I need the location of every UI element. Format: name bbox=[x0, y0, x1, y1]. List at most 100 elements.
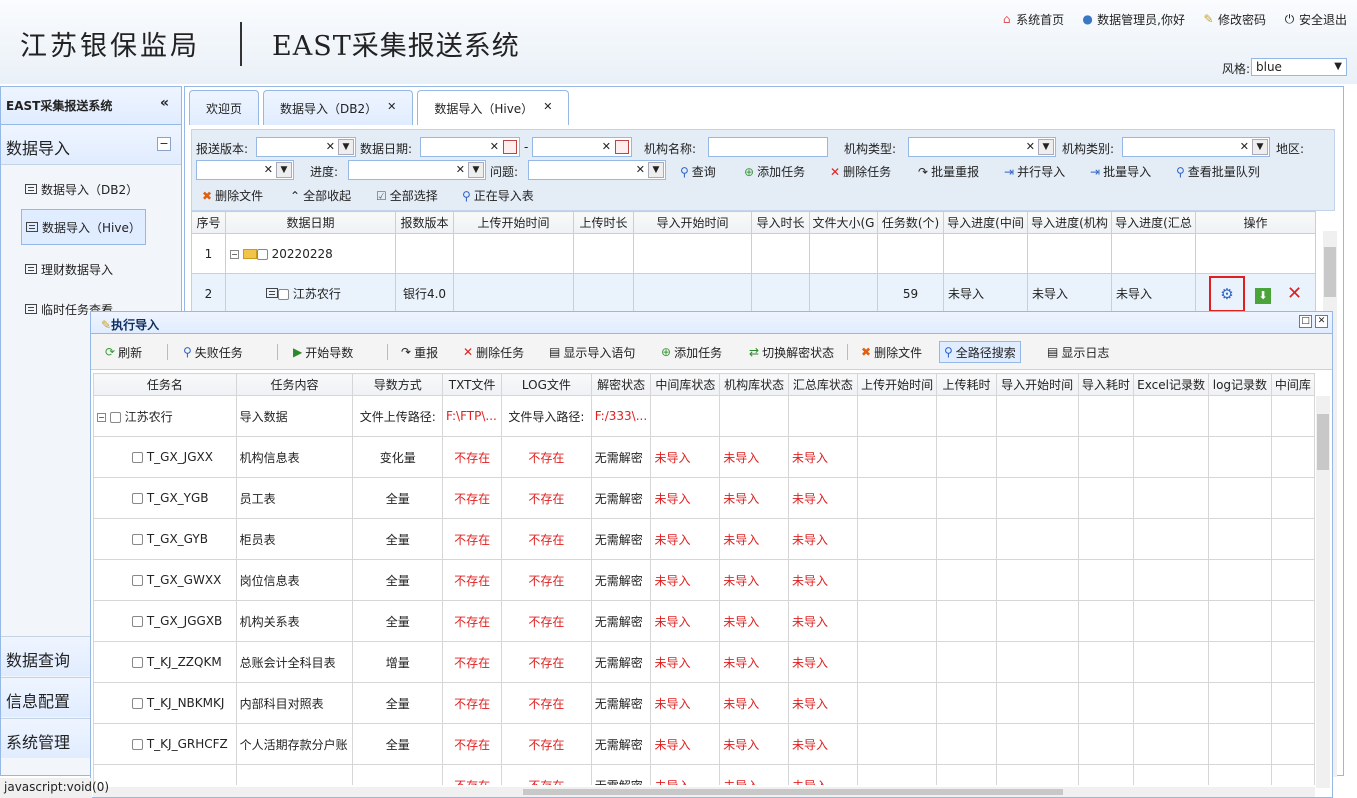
date-start-input[interactable]: ✕ bbox=[420, 137, 520, 157]
scroll-thumb[interactable] bbox=[1317, 414, 1329, 470]
dialog-col-header[interactable]: 中间库 bbox=[1270, 373, 1315, 396]
dropdown-arrow-icon[interactable]: ▼ bbox=[648, 162, 664, 178]
issue-select[interactable]: ✕ ▼ bbox=[528, 160, 666, 180]
download-icon[interactable]: ⬇ bbox=[1254, 287, 1271, 304]
dialog-col-header[interactable]: Excel记录数 bbox=[1133, 373, 1209, 396]
dropdown-arrow-icon[interactable]: ▼ bbox=[1252, 139, 1268, 155]
col-header[interactable]: 操作 bbox=[1195, 211, 1316, 234]
col-header[interactable]: 任务数(个) bbox=[877, 211, 944, 234]
col-header[interactable]: 序号 bbox=[191, 211, 226, 234]
batch-resubmit-button[interactable]: ↷ 批量重报 bbox=[918, 163, 979, 180]
col-header[interactable]: 导入进度(汇总 bbox=[1111, 211, 1196, 234]
add-task-button[interactable]: ⊕ 添加任务 bbox=[744, 163, 805, 180]
clear-icon[interactable]: ✕ bbox=[1026, 140, 1035, 153]
progress-select[interactable]: ✕ ▼ bbox=[348, 160, 486, 180]
logout-link[interactable]: ⏻ 安全退出 bbox=[1282, 11, 1347, 28]
table-row[interactable]: 2 江苏农行 银行4.0 59 未导入 未导入 未导入 ⚙ ⬇ ✕ bbox=[191, 273, 1316, 314]
dialog-col-header[interactable]: 机构库状态 bbox=[719, 373, 790, 396]
home-link[interactable]: ⌂ 系统首页 bbox=[999, 11, 1064, 28]
importing-tables-button[interactable]: ⚲ 正在导入表 bbox=[462, 187, 534, 204]
row-checkbox[interactable] bbox=[132, 698, 143, 709]
row-checkbox[interactable] bbox=[278, 289, 289, 300]
user-link[interactable]: ● 数据管理员,你好 bbox=[1080, 11, 1185, 28]
dialog-col-header[interactable]: 中间库状态 bbox=[650, 373, 721, 396]
table-row[interactable]: T_GX_JGGXB 机构关系表 全量 不存在 不存在 无需解密 未导入 未导入 未导入 bbox=[93, 600, 1315, 642]
row-checkbox[interactable] bbox=[132, 452, 143, 463]
scroll-thumb[interactable] bbox=[1324, 247, 1336, 297]
tree-collapse-icon[interactable]: − bbox=[230, 249, 239, 259]
dialog-col-header[interactable]: 上传开始时间 bbox=[856, 373, 938, 396]
dialog-delete-file-button[interactable]: ✖ 删除文件 bbox=[857, 341, 926, 363]
change-password-link[interactable]: ✎ 修改密码 bbox=[1201, 11, 1266, 28]
col-header[interactable]: 导入开始时间 bbox=[633, 211, 752, 234]
dropdown-arrow-icon[interactable]: ▼ bbox=[1038, 139, 1054, 155]
row-checkbox[interactable] bbox=[132, 493, 143, 504]
table-row[interactable]: T_GX_GWXX 岗位信息表 全量 不存在 不存在 无需解密 未导入 未导入 未导入 bbox=[93, 559, 1315, 601]
region-select[interactable]: ✕ ▼ bbox=[196, 160, 294, 180]
row-checkbox[interactable] bbox=[256, 248, 268, 260]
dialog-add-task-button[interactable]: ⊕ 添加任务 bbox=[657, 341, 726, 363]
dialog-col-header[interactable]: LOG文件 bbox=[501, 373, 592, 396]
delete-task-button[interactable]: ✕ 删除任务 bbox=[830, 163, 891, 180]
row-checkbox[interactable] bbox=[109, 411, 121, 423]
dropdown-arrow-icon[interactable]: ▼ bbox=[276, 162, 292, 178]
col-header[interactable]: 报数版本 bbox=[395, 211, 454, 234]
dialog-col-header[interactable]: 上传耗时 bbox=[936, 373, 997, 396]
table-row[interactable]: T_KJ_ZZQKM 总账会计全科目表 增量 不存在 不存在 无需解密 未导入 未导入 未导入 bbox=[93, 641, 1315, 683]
show-log-button[interactable]: ▤ 显示日志 bbox=[1043, 341, 1113, 363]
col-header[interactable]: 文件大小(G bbox=[809, 211, 878, 234]
sidebar-item-db2[interactable]: 数据导入（DB2） bbox=[21, 171, 142, 207]
table-row[interactable]: − 江苏农行 导入数据 文件上传路径: F:\FTP\... 文件导入路径: F:/333… bbox=[93, 395, 1315, 437]
date-end-input[interactable]: ✕ bbox=[532, 137, 632, 157]
collapse-icon[interactable]: − bbox=[157, 137, 171, 151]
start-import-button[interactable]: ▶ 开始导数 bbox=[289, 341, 357, 363]
row-checkbox[interactable] bbox=[132, 739, 143, 750]
style-select[interactable]: blue ▼ bbox=[1251, 58, 1347, 76]
table-row[interactable]: 1 − 20220228 bbox=[191, 233, 1316, 274]
sidebar-item-wealth[interactable]: 理财数据导入 bbox=[21, 251, 117, 287]
gear-icon[interactable]: ⚙ bbox=[1208, 275, 1245, 312]
table-row[interactable]: T_GX_JGXX 机构信息表 变化量 不存在 不存在 无需解密 未导入 未导入 未导入 bbox=[93, 436, 1315, 478]
sidebar-item-hive[interactable]: 数据导入（Hive） bbox=[21, 209, 146, 245]
col-header[interactable]: 导入进度(机构 bbox=[1027, 211, 1112, 234]
dialog-col-header[interactable]: 导数方式 bbox=[352, 373, 444, 396]
dialog-col-header[interactable]: TXT文件 bbox=[442, 373, 503, 396]
view-batch-queue-button[interactable]: ⚲ 查看批量队列 bbox=[1176, 163, 1260, 180]
resubmit-button[interactable]: ↷ 重报 bbox=[397, 341, 442, 363]
close-icon[interactable]: ✕ bbox=[543, 100, 552, 116]
dialog-col-header[interactable]: 任务内容 bbox=[235, 373, 354, 396]
clear-icon[interactable]: ✕ bbox=[264, 163, 273, 176]
row-checkbox[interactable] bbox=[132, 616, 143, 627]
tab-import-hive[interactable]: 数据导入（Hive） ✕ bbox=[417, 90, 570, 125]
table-row[interactable]: T_KJ_NBKMKJ 内部科目对照表 全量 不存在 不存在 无需解密 未导入 未导入 未导入 bbox=[93, 682, 1315, 724]
col-header[interactable]: 上传时长 bbox=[573, 211, 634, 234]
table-row[interactable]: 不存在不存在无需解密未导入未导入未导入 bbox=[93, 764, 1315, 785]
calendar-icon[interactable] bbox=[503, 140, 517, 154]
org-category-select[interactable]: ✕ ▼ bbox=[1122, 137, 1270, 157]
clear-icon[interactable]: ✕ bbox=[326, 140, 335, 153]
tab-import-db2[interactable]: 数据导入（DB2） ✕ bbox=[263, 90, 414, 125]
row-checkbox[interactable] bbox=[132, 657, 143, 668]
calendar-icon[interactable] bbox=[615, 140, 629, 154]
toggle-decrypt-button[interactable]: ⇄ 切换解密状态 bbox=[745, 341, 838, 363]
failed-tasks-button[interactable]: ⚲ 失败任务 bbox=[179, 341, 247, 363]
row-checkbox[interactable] bbox=[132, 534, 143, 545]
dialog-col-header[interactable]: 汇总库状态 bbox=[788, 373, 858, 396]
row-checkbox[interactable] bbox=[132, 575, 143, 586]
dialog-col-header[interactable]: 导入耗时 bbox=[1077, 373, 1135, 396]
select-all-button[interactable]: ☑ 全部选择 bbox=[376, 187, 438, 204]
dialog-vscrollbar[interactable] bbox=[1316, 396, 1330, 788]
show-import-sql-button[interactable]: ▤ 显示导入语句 bbox=[545, 341, 639, 363]
table-row[interactable]: T_GX_YGB 员工表 全量 不存在 不存在 无需解密 未导入 未导入 未导入 bbox=[93, 477, 1315, 519]
col-header[interactable]: 导入时长 bbox=[751, 211, 810, 234]
clear-icon[interactable]: ✕ bbox=[1240, 140, 1249, 153]
clear-icon[interactable]: ✕ bbox=[602, 140, 611, 153]
collapse-all-button[interactable]: ⌃ 全部收起 bbox=[290, 187, 351, 204]
scroll-thumb[interactable] bbox=[523, 789, 1063, 795]
full-path-search-button[interactable]: ⚲ 全路径搜索 bbox=[939, 341, 1021, 363]
org-name-input[interactable] bbox=[708, 137, 828, 157]
table-row[interactable]: T_KJ_GRHCFZ 个人活期存款分户账 全量 不存在 不存在 无需解密 未导入 未导入 未导… bbox=[93, 723, 1315, 765]
dialog-hscrollbar[interactable] bbox=[93, 787, 1315, 797]
maximize-icon[interactable]: □ bbox=[1299, 315, 1312, 328]
dropdown-arrow-icon[interactable]: ▼ bbox=[338, 139, 354, 155]
